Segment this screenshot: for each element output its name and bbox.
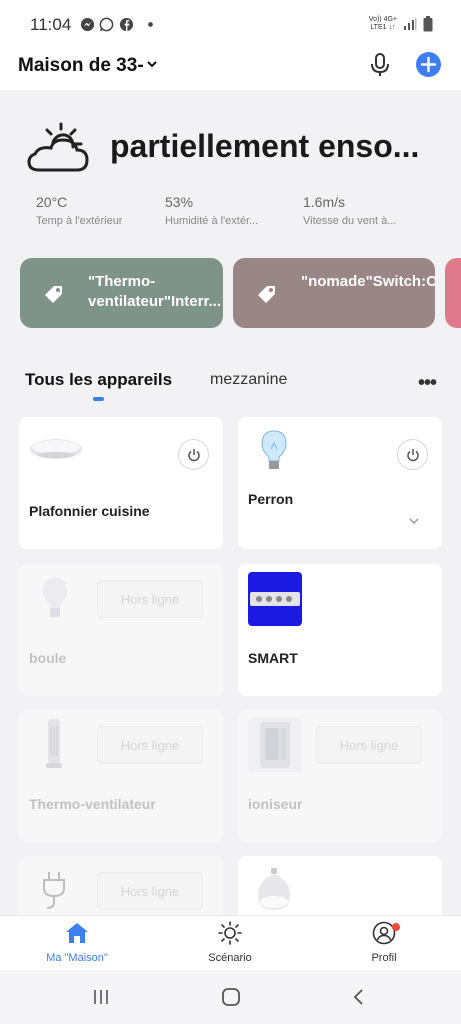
- home-icon: [66, 923, 88, 943]
- nav-profil[interactable]: Profil: [334, 921, 434, 964]
- scene-card[interactable]: [445, 258, 461, 328]
- tab-mezzanine[interactable]: mezzanine: [210, 371, 287, 389]
- partly-cloudy-icon: [27, 122, 89, 172]
- offline-badge: Hors ligne: [316, 726, 422, 764]
- weather-condition: partiellement enso...: [110, 128, 420, 164]
- main-content[interactable]: partiellement enso... 20°C Temp à l'exté…: [0, 90, 461, 915]
- chevron-down-icon[interactable]: [145, 57, 159, 71]
- nav-home[interactable]: Ma "Maison": [27, 921, 127, 964]
- facebook-icon: [119, 17, 134, 32]
- app-header: Maison de 33-: [0, 50, 461, 90]
- bottom-navigation: Ma "Maison" Scénario Profil: [0, 915, 461, 970]
- power-button[interactable]: [397, 439, 428, 470]
- bulb-icon: [43, 578, 67, 617]
- back-icon[interactable]: [352, 988, 366, 1006]
- scene-card[interactable]: "nomade"Switch:ON...: [233, 258, 435, 328]
- device-card-plug[interactable]: Hors ligne: [19, 856, 223, 915]
- home-button-icon[interactable]: [221, 987, 241, 1007]
- device-card-thermo-ventilateur[interactable]: Hors ligne Thermo-ventilateur: [19, 710, 223, 842]
- tower-fan-icon: [46, 719, 62, 768]
- microphone-icon[interactable]: [368, 52, 392, 78]
- plug-icon: [43, 872, 65, 909]
- power-icon: [406, 448, 419, 461]
- nav-scenario[interactable]: Scénario: [180, 921, 280, 964]
- offline-badge: Hors ligne: [97, 580, 203, 618]
- power-icon: [187, 448, 200, 461]
- weather-stat-temp: 20°C Temp à l'extérieur: [36, 194, 123, 227]
- whatsapp-icon: [99, 17, 114, 32]
- signal-icon: [404, 18, 417, 30]
- home-selector[interactable]: Maison de 33-: [18, 55, 144, 77]
- tag-icon: [258, 286, 275, 303]
- device-card-perron[interactable]: Perron: [238, 417, 442, 549]
- weather-stat-wind: 1.6m/s Vitesse du vent à...: [303, 194, 397, 227]
- network-indicator: Vo)) 4G+ LTE1 ↓↑: [368, 16, 397, 31]
- weather-stat-humidity: 53% Humidité à l'extér...: [165, 194, 259, 227]
- ceiling-light-icon: [30, 439, 82, 459]
- device-card-smart[interactable]: SMART: [238, 564, 442, 696]
- status-time: 11:04: [30, 15, 72, 34]
- recent-apps-icon[interactable]: [92, 988, 110, 1006]
- notification-badge: [392, 923, 400, 931]
- power-button[interactable]: [178, 439, 209, 470]
- chevron-down-icon[interactable]: [408, 517, 420, 525]
- diffuser-icon: [258, 868, 290, 910]
- offline-badge: Hors ligne: [97, 726, 203, 764]
- bulb-icon: [261, 430, 287, 469]
- add-device-button[interactable]: [416, 52, 441, 77]
- tab-active-indicator: [93, 397, 104, 401]
- device-card-boule[interactable]: Hors ligne boule: [19, 564, 223, 696]
- system-navigation: [0, 970, 461, 1024]
- sun-icon: [218, 921, 242, 945]
- plus-icon: [420, 56, 437, 73]
- more-dots-icon[interactable]: •••: [418, 372, 437, 395]
- status-bar: 11:04 Vo)) 4G+ LTE1 ↓↑: [0, 0, 461, 50]
- device-card-plafonnier-cuisine[interactable]: Plafonnier cuisine: [19, 417, 223, 549]
- tag-icon: [45, 286, 62, 303]
- power-strip-icon: [248, 572, 302, 626]
- battery-icon: [423, 16, 433, 32]
- dot-icon: [148, 22, 153, 27]
- messenger-icon: [80, 17, 95, 32]
- offline-badge: Hors ligne: [97, 872, 203, 910]
- device-card-diffuser[interactable]: [238, 856, 442, 915]
- tab-all-devices[interactable]: Tous les appareils: [25, 370, 172, 390]
- air-purifier-icon: [248, 718, 302, 772]
- device-card-ioniseur[interactable]: Hors ligne ioniseur: [238, 710, 442, 842]
- scene-card[interactable]: "Thermo-ventilateur"Interr...: [20, 258, 223, 328]
